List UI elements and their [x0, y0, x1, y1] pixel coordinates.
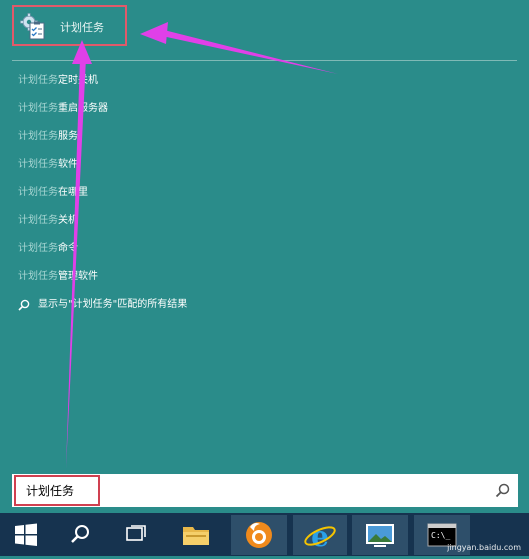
suggestion-item-3[interactable]: 计划任务服务 [18, 126, 108, 154]
best-match-result[interactable]: 计划任务 [12, 5, 127, 46]
magnifier-icon [18, 299, 30, 311]
uc-browser-icon [246, 522, 272, 548]
suggestion-item-5[interactable]: 计划任务在哪里 [18, 182, 108, 210]
show-all-results[interactable]: 显示与"计划任务"匹配的所有结果 [18, 295, 187, 315]
suggestion-item-7[interactable]: 计划任务命令 [18, 238, 108, 266]
search-icon[interactable] [495, 483, 510, 498]
show-all-results-label: 显示与"计划任务"匹配的所有结果 [38, 299, 188, 310]
svg-text:e: e [311, 520, 329, 553]
photo-viewer-button[interactable] [352, 515, 408, 555]
suggestion-item-2[interactable]: 计划任务重启服务器 [18, 98, 108, 126]
suggestion-item-4[interactable]: 计划任务软件 [18, 154, 108, 182]
windows-logo-icon [15, 523, 37, 546]
svg-text:C:\_: C:\_ [431, 531, 450, 540]
task-view-button[interactable] [114, 515, 158, 555]
uc-browser-button[interactable] [231, 515, 287, 555]
results-divider [12, 60, 517, 61]
internet-explorer-button[interactable]: e [293, 515, 347, 555]
magnifier-icon [71, 525, 89, 543]
watermark: jingyan.baidu.com [447, 543, 521, 552]
annotation-arrowhead-left [140, 22, 168, 44]
task-scheduler-icon [20, 13, 45, 40]
search-input[interactable] [26, 480, 466, 500]
file-explorer-button[interactable] [172, 515, 220, 555]
taskbar: e C:\_ jingyan.baidu.com [0, 513, 529, 556]
suggestion-item-1[interactable]: 计划任务定时关机 [18, 70, 108, 98]
best-match-label: 计划任务 [60, 21, 104, 34]
annotation-arrow-right-to-left [162, 30, 338, 74]
suggestion-item-6[interactable]: 计划任务关机 [18, 210, 108, 238]
internet-explorer-icon: e [304, 520, 336, 553]
photo-viewer-icon [366, 524, 394, 547]
folder-icon [183, 527, 209, 545]
search-box[interactable] [12, 474, 518, 507]
start-button[interactable] [4, 515, 48, 555]
suggestion-list: 计划任务定时关机 计划任务重启服务器 计划任务服务 计划任务软件 计划任务在哪里… [18, 70, 108, 294]
suggestion-item-8[interactable]: 计划任务管理软件 [18, 266, 108, 294]
task-view-icon [126, 525, 146, 541]
taskbar-search-button[interactable] [58, 515, 102, 555]
